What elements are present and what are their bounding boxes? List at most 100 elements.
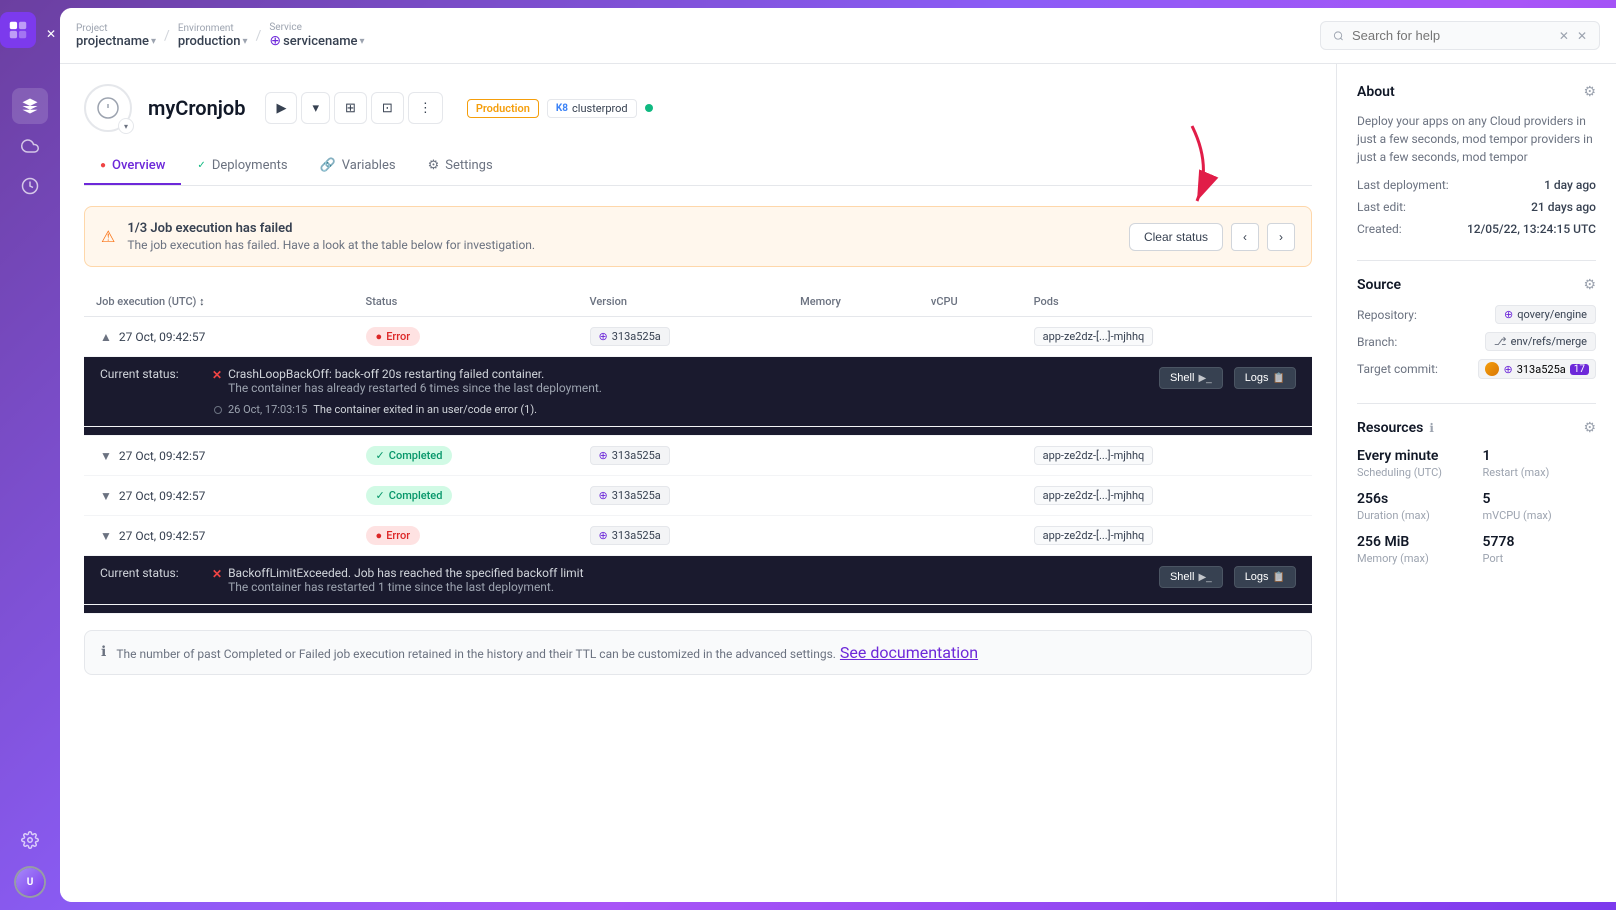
source-gear-icon[interactable]: ⚙ (1583, 277, 1596, 293)
job-table: Job execution (UTC) ↕ Status Version Mem… (84, 287, 1312, 614)
service-title: myCronjob (148, 96, 245, 120)
error-main-text: CrashLoopBackOff: back-off 20s restartin… (228, 367, 602, 395)
more-button[interactable]: ⋮ (408, 92, 443, 124)
sidebar-item-layers[interactable] (12, 88, 48, 124)
tab-deployments[interactable]: ✓ Deployments (181, 148, 303, 185)
col-vcpu: vCPU (919, 287, 1022, 317)
close-sidebar-button[interactable]: ✕ (42, 25, 60, 43)
table-row-detail: Current status: ✕ CrashLoopBa (84, 357, 1312, 436)
resources-info-icon: ℹ (1429, 421, 1434, 435)
alert-title: 1/3 Job execution has failed (127, 221, 1117, 236)
sidebar: ✕ U (0, 0, 60, 910)
restart-value: 1 (1483, 448, 1597, 464)
row4-expand-button[interactable]: ▼ (96, 529, 116, 543)
info-text: The number of past Completed or Failed j… (116, 647, 836, 661)
service-icon: ▾ (84, 84, 132, 132)
branch-value: ⎇ env/refs/merge (1485, 332, 1596, 351)
logs-button-row4[interactable]: Logs 📋 (1234, 566, 1296, 588)
sidebar-item-settings[interactable] (12, 822, 48, 858)
memory-label: Memory (max) (1357, 552, 1471, 565)
source-title: Source (1357, 277, 1401, 293)
app-logo[interactable] (0, 12, 36, 48)
about-title: About (1357, 84, 1395, 100)
row3-expand-button[interactable]: ▼ (96, 489, 116, 503)
about-section: About ⚙ Deploy your apps on any Cloud pr… (1357, 84, 1596, 236)
environment-value[interactable]: production ▾ (178, 34, 248, 49)
duration-label: Duration (max) (1357, 509, 1471, 522)
pod-badge: app-ze2dz-[...]-mjhhq (1034, 327, 1154, 346)
vcpu-label: mVCPU (max) (1483, 509, 1597, 522)
col-date: Job execution (UTC) ↕ (84, 287, 354, 317)
scheduling-sub: Scheduling (UTC) (1357, 466, 1471, 479)
about-gear-icon[interactable]: ⚙ (1583, 84, 1596, 100)
search-clear-button[interactable]: ✕ (1559, 29, 1569, 43)
duration-value: 256s (1357, 491, 1471, 507)
last-edit-label: Last edit: (1357, 200, 1406, 214)
see-documentation-link[interactable]: See documentation (840, 643, 978, 662)
user-avatar[interactable]: U (14, 866, 46, 898)
error-main-text2: BackoffLimitExceeded. Job has reached th… (228, 566, 583, 594)
scheduling-value: Every minute (1357, 448, 1471, 464)
shell-button-row1[interactable]: Shell ▶_ (1159, 367, 1223, 389)
project-label: Project (76, 23, 156, 34)
version-badge: ⊕313a525a (590, 446, 670, 465)
clear-status-button[interactable]: Clear status (1129, 223, 1223, 251)
port-label: Port (1483, 552, 1597, 565)
search-icon (1333, 29, 1344, 43)
pod-badge: app-ze2dz-[...]-mjhhq (1034, 486, 1154, 505)
col-memory: Memory (788, 287, 919, 317)
top-header: Project projectname ▾ / Environment prod… (60, 8, 1616, 64)
service-value[interactable]: ⊕ servicename ▾ (269, 33, 364, 49)
search-input[interactable] (1352, 28, 1551, 43)
sidebar-item-cloud[interactable] (12, 128, 48, 164)
about-description: Deploy your apps on any Cloud providers … (1357, 112, 1596, 166)
table-row: ▼ 27 Oct, 09:42:57 ●Error ⊕313a525a (84, 516, 1312, 556)
info-icon: ℹ (101, 644, 106, 660)
right-panel: About ⚙ Deploy your apps on any Cloud pr… (1336, 64, 1616, 902)
center-panel: ▾ myCronjob ▶ ▾ ⊞ ⊡ ⋮ Production K8 clus… (60, 64, 1336, 902)
tab-settings[interactable]: ⚙ Settings (412, 148, 509, 185)
created-label: Created: (1357, 222, 1402, 236)
status-indicator (645, 104, 653, 112)
status-badge-completed: ✓Completed (366, 446, 453, 465)
terminal-button[interactable]: ⊡ (371, 92, 404, 124)
logs-button-row1[interactable]: Logs 📋 (1234, 367, 1296, 389)
tab-bar: ● Overview ✓ Deployments 🔗 Variables ⚙ S… (84, 148, 1312, 186)
play-button[interactable]: ▶ (265, 92, 297, 124)
alert-prev-button[interactable]: ‹ (1231, 223, 1259, 251)
alert-next-button[interactable]: › (1267, 223, 1295, 251)
sidebar-item-history[interactable] (12, 168, 48, 204)
resources-title: Resources (1357, 420, 1423, 436)
table-row: ▲ 27 Oct, 09:42:57 ●Error ⊕313a525a (84, 317, 1312, 357)
resources-gear-icon[interactable]: ⚙ (1583, 420, 1596, 436)
project-value[interactable]: projectname ▾ (76, 34, 156, 49)
breadcrumb-sep-1: / (164, 28, 170, 44)
repository-value: ⊕ qovery/engine (1495, 305, 1596, 324)
last-edit-value: 21 days ago (1531, 200, 1596, 214)
search-close-button[interactable]: ✕ (1577, 29, 1587, 43)
table-row-detail: Current status: ✕ BackoffLimi (84, 556, 1312, 614)
row1-expand-button[interactable]: ▲ (96, 330, 116, 344)
restart-label: Restart (max) (1483, 466, 1597, 479)
info-footer: ℹ The number of past Completed or Failed… (84, 630, 1312, 675)
error-x-icon2: ✕ (212, 567, 222, 581)
alert-section: ⚠ 1/3 Job execution has failed The job e… (84, 206, 1312, 267)
status-badge-completed: ✓Completed (366, 486, 453, 505)
timeline-dot (214, 406, 222, 414)
col-pods: Pods (1022, 287, 1312, 317)
resources-section: Resources ℹ ⚙ Every minute Scheduling (U… (1357, 420, 1596, 565)
memory-value: 256 MiB (1357, 534, 1471, 550)
tab-variables[interactable]: 🔗 Variables (304, 148, 412, 185)
source-section: Source ⚙ Repository: ⊕ qovery/engine Bra… (1357, 277, 1596, 379)
row2-expand-button[interactable]: ▼ (96, 449, 116, 463)
branch-label: Branch: (1357, 335, 1397, 349)
shell-button-row4[interactable]: Shell ▶_ (1159, 566, 1223, 588)
production-badge: Production (467, 99, 539, 118)
status-badge-error: ●Error (366, 526, 421, 545)
table-row: ▼ 27 Oct, 09:42:57 ✓Completed ⊕313a525a (84, 436, 1312, 476)
expand-button[interactable]: ▾ (301, 92, 330, 124)
last-deployment-label: Last deployment: (1357, 178, 1449, 192)
deploy-button[interactable]: ⊞ (334, 92, 367, 124)
search-bar[interactable]: ✕ ✕ (1320, 21, 1600, 50)
tab-overview[interactable]: ● Overview (84, 148, 181, 185)
